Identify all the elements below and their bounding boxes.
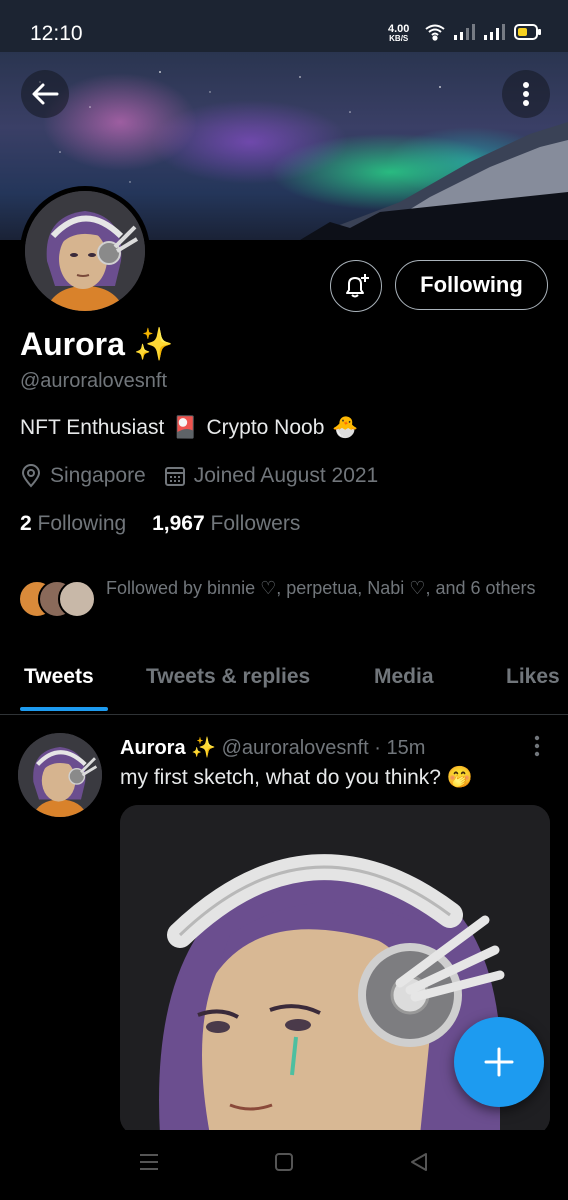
menu-icon[interactable]	[138, 1152, 160, 1172]
status-icons	[424, 22, 544, 47]
tweet-more-button[interactable]	[528, 735, 546, 761]
tweet-author-handle[interactable]: @auroralovesnft	[222, 737, 369, 759]
system-nav-bar	[0, 1130, 568, 1200]
wifi-icon	[425, 24, 445, 41]
followed-by-text: Followed by binnie ♡, perpetua, Nabi ♡, …	[106, 578, 536, 598]
network-speed: 4.00 KB/S	[388, 24, 409, 44]
tab-media[interactable]: Media	[374, 665, 434, 689]
tab-likes[interactable]: Likes	[506, 665, 560, 689]
more-vertical-icon	[523, 82, 529, 106]
profile-bio: NFT Enthusiast 🎴 Crypto Noob 🐣	[20, 416, 359, 440]
tweet-text-body: my first sketch, what do you think?	[120, 766, 441, 789]
following-count: 2	[20, 512, 32, 535]
profile-name-text: Aurora	[20, 326, 125, 362]
signal-icon	[454, 24, 505, 40]
tab-tweets-replies[interactable]: Tweets & replies	[146, 665, 310, 689]
tweet-author-name[interactable]: Aurora	[120, 737, 186, 759]
active-tab-indicator	[20, 707, 108, 711]
followers-label: Followers	[210, 512, 301, 535]
bio-text-2: Crypto Noob	[206, 416, 325, 439]
status-time: 12:10	[30, 22, 83, 45]
tweet-header: Aurora ✨ @auroralovesnft · 15m	[120, 735, 425, 760]
tweet-avatar-illustration	[18, 733, 102, 817]
tweet-avatar[interactable]	[18, 733, 102, 817]
follow-counts: 2 Following 1,967 Followers	[20, 512, 300, 536]
network-speed-unit: KB/S	[389, 34, 409, 43]
follower-avatar	[58, 580, 96, 618]
battery-icon	[514, 24, 541, 40]
status-bar: 12:10 4.00 KB/S	[0, 0, 568, 52]
back-triangle-icon[interactable]	[408, 1152, 430, 1172]
profile-tabs: Tweets Tweets & replies Media Likes	[0, 655, 568, 715]
profile-meta: Singapore Joined August 2021	[20, 464, 378, 488]
location-icon	[21, 464, 41, 488]
avatar-illustration	[25, 191, 145, 311]
tab-tweets[interactable]: Tweets	[24, 665, 94, 689]
bio-emoji-2: 🐣	[332, 416, 359, 439]
following-button[interactable]: Following	[395, 260, 548, 310]
profile-handle: @auroralovesnft	[20, 370, 168, 392]
followers-count: 1,967	[152, 512, 205, 535]
following-label: Following	[37, 512, 127, 535]
bio-text-1: NFT Enthusiast	[20, 416, 165, 439]
tweet-text-emoji: 🤭	[446, 766, 473, 789]
notifications-button[interactable]	[330, 260, 382, 312]
profile-name: Aurora ✨	[20, 325, 174, 363]
network-speed-value: 4.00	[388, 23, 410, 35]
profile-avatar[interactable]	[20, 186, 150, 316]
profile-joined: Joined August 2021	[193, 464, 379, 487]
following-count-link[interactable]: 2 Following	[20, 512, 132, 535]
bio-emoji-1: 🎴	[172, 416, 199, 439]
profile-location: Singapore	[50, 464, 146, 487]
compose-tweet-button[interactable]	[454, 1017, 544, 1107]
bell-plus-icon	[346, 274, 369, 298]
tweet-separator: ·	[374, 737, 381, 759]
calendar-icon	[164, 467, 185, 486]
home-square-icon[interactable]	[273, 1152, 295, 1172]
back-arrow-icon	[32, 83, 59, 105]
compose-plus-icon	[484, 1047, 514, 1077]
more-vertical-icon	[534, 735, 540, 757]
back-button[interactable]	[21, 70, 69, 118]
tweet-time: 15m	[386, 737, 426, 759]
sparkles-emoji: ✨	[133, 326, 174, 362]
more-options-button[interactable]	[502, 70, 550, 118]
tweet-text: my first sketch, what do you think? 🤭	[120, 766, 473, 790]
tweet-author-emoji: ✨	[191, 737, 217, 759]
followers-count-link[interactable]: 1,967 Followers	[152, 512, 300, 535]
